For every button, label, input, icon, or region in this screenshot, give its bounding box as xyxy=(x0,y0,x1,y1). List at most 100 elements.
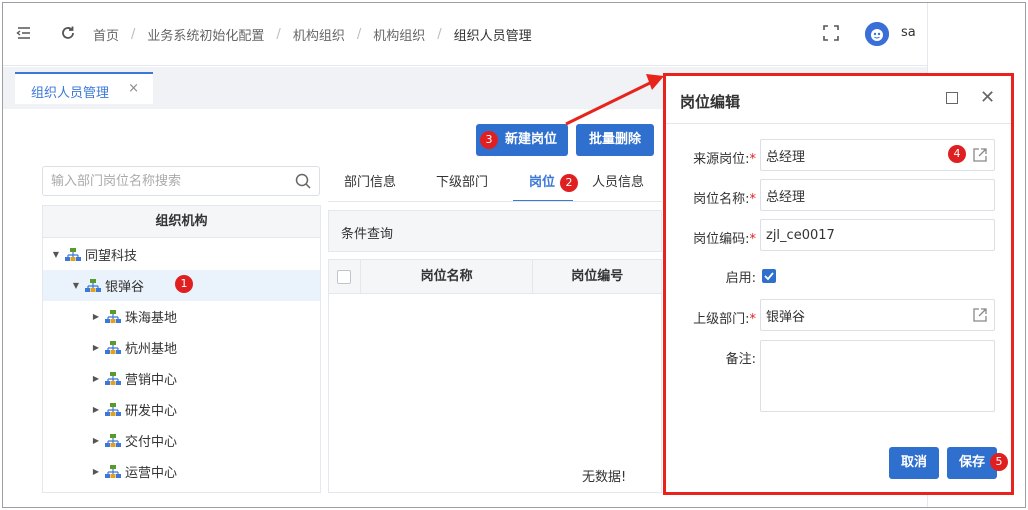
positions-grid: 岗位名称 岗位编号 xyxy=(328,259,662,493)
parent-dept-label: 上级部门:* xyxy=(666,308,756,327)
caret-down-icon[interactable]: ▼ xyxy=(51,250,61,259)
required-mark: * xyxy=(749,152,757,167)
remark-textarea[interactable] xyxy=(760,340,995,412)
enabled-checkbox[interactable] xyxy=(762,269,776,283)
tab-sub-depts[interactable]: 下级部门 xyxy=(436,166,488,202)
breadcrumb-item-org-2[interactable]: 机构组织 xyxy=(373,25,425,44)
dialog-title: 岗位编辑 xyxy=(680,93,741,111)
fullscreen-icon[interactable] xyxy=(823,25,839,41)
refresh-icon[interactable] xyxy=(59,25,77,43)
cancel-button[interactable]: 取消 xyxy=(889,447,939,479)
position-code-field xyxy=(760,219,995,251)
label-colon: : xyxy=(751,352,756,367)
select-all-checkbox[interactable] xyxy=(337,269,352,284)
dept-search-box xyxy=(42,166,320,196)
caret-right-icon[interactable]: ▶ xyxy=(91,405,101,414)
condition-query-label: 条件查询 xyxy=(341,227,394,242)
position-name-input[interactable] xyxy=(761,180,961,210)
step-badge-5: 5 xyxy=(990,453,1008,471)
position-code-label: 岗位编码:* xyxy=(666,228,756,247)
org-node-icon xyxy=(105,433,121,447)
label-text: 上级部门 xyxy=(693,312,746,327)
tree-node-operations[interactable]: ▶ 运营中心 xyxy=(43,456,320,487)
menu-fold-icon[interactable] xyxy=(15,25,33,43)
breadcrumb-item-init-config[interactable]: 业务系统初始化配置 xyxy=(147,25,264,44)
breadcrumb-item-current: 组织人员管理 xyxy=(453,29,532,44)
breadcrumb-separator: / xyxy=(276,27,281,42)
close-icon[interactable]: ✕ xyxy=(980,87,995,108)
tree-node-rnd[interactable]: ▶ 研发中心 xyxy=(43,394,320,425)
label-text: 岗位名称 xyxy=(693,192,746,207)
tree-node-tongwang[interactable]: ▼ 同望科技 xyxy=(43,239,320,270)
parent-dept-field xyxy=(760,299,995,331)
caret-right-icon[interactable]: ▶ xyxy=(91,374,101,383)
label-text: 来源岗位 xyxy=(693,152,746,167)
required-mark: * xyxy=(749,192,757,207)
tree-node-label: 交付中心 xyxy=(125,435,178,450)
org-node-icon xyxy=(105,309,121,323)
tab-label: 组织人员管理 xyxy=(31,86,110,101)
tree-node-label: 营销中心 xyxy=(125,373,178,388)
tabs-divider xyxy=(328,201,662,202)
caret-right-icon[interactable]: ▶ xyxy=(91,436,101,445)
avatar[interactable] xyxy=(865,22,889,46)
top-header: 首页 / 业务系统初始化配置 / 机构组织 / 机构组织 / 组织人员管理 sa xyxy=(3,3,927,66)
empty-text: 无数据! xyxy=(582,470,627,485)
breadcrumb-item-org[interactable]: 机构组织 xyxy=(293,25,345,44)
external-link-icon[interactable] xyxy=(972,147,988,163)
org-tree-header: 组织机构 xyxy=(43,206,320,238)
tree-node-label: 研发中心 xyxy=(125,404,178,419)
position-edit-dialog: 岗位编辑 ✕ 来源岗位:* 岗位名称:* 岗位编码:* 启用: 上级部门:* 备… xyxy=(663,73,1014,495)
org-node-icon xyxy=(85,278,101,292)
caret-right-icon[interactable]: ▶ xyxy=(91,467,101,476)
condition-query-panel[interactable]: 条件查询 xyxy=(328,210,662,252)
position-name-label: 岗位名称:* xyxy=(666,188,756,207)
tree-node-delivery[interactable]: ▶ 交付中心 xyxy=(43,425,320,456)
source-position-input[interactable] xyxy=(761,140,961,170)
org-tree: 组织机构 ▼ 同望科技 ▼ 银弹谷 ▶ 珠海基地 ▶ 杭州基地 ▶ 营销中心 ▶… xyxy=(42,205,321,493)
check-icon xyxy=(764,272,774,281)
tree-node-zhuhai[interactable]: ▶ 珠海基地 xyxy=(43,301,320,332)
position-code-input[interactable] xyxy=(761,220,961,250)
label-colon: : xyxy=(751,271,756,286)
org-node-icon xyxy=(105,340,121,354)
tree-node-label: 杭州基地 xyxy=(125,342,178,357)
caret-right-icon[interactable]: ▶ xyxy=(91,343,101,352)
breadcrumb-item-home[interactable]: 首页 xyxy=(93,25,119,44)
tab-personnel[interactable]: 人员信息 xyxy=(592,166,644,202)
step-badge-2: 2 xyxy=(560,174,578,192)
username[interactable]: sa xyxy=(901,25,916,40)
step-badge-4: 4 xyxy=(948,145,966,163)
org-node-icon xyxy=(65,247,81,261)
batch-delete-button[interactable]: 批量删除 xyxy=(576,124,654,156)
enabled-label: 启用: xyxy=(666,267,756,286)
search-icon[interactable] xyxy=(295,173,311,189)
tree-node-hangzhou[interactable]: ▶ 杭州基地 xyxy=(43,332,320,363)
dept-search-input[interactable] xyxy=(43,167,273,195)
close-icon[interactable]: × xyxy=(128,81,139,96)
step-badge-1: 1 xyxy=(175,275,193,293)
column-position-code[interactable]: 岗位编号 xyxy=(533,260,661,293)
maximize-icon[interactable] xyxy=(946,92,958,104)
external-link-icon[interactable] xyxy=(972,307,988,323)
caret-right-icon[interactable]: ▶ xyxy=(91,312,101,321)
breadcrumb: 首页 / 业务系统初始化配置 / 机构组织 / 机构组织 / 组织人员管理 xyxy=(93,25,532,44)
column-position-name[interactable]: 岗位名称 xyxy=(361,260,534,293)
label-text: 岗位编码 xyxy=(693,232,746,247)
label-text: 启用 xyxy=(725,271,752,286)
step-badge-3: 3 xyxy=(480,131,498,149)
label-text: 备注 xyxy=(725,352,752,367)
caret-down-icon[interactable]: ▼ xyxy=(71,281,81,290)
source-position-label: 来源岗位:* xyxy=(666,148,756,167)
tab-org-personnel[interactable]: 组织人员管理 × xyxy=(15,72,153,104)
tree-node-label: 同望科技 xyxy=(85,249,138,264)
tab-dept-info[interactable]: 部门信息 xyxy=(344,166,396,202)
org-node-icon xyxy=(105,371,121,385)
select-all-cell xyxy=(329,260,361,293)
required-mark: * xyxy=(749,312,757,327)
remark-label: 备注: xyxy=(666,348,756,367)
parent-dept-input[interactable] xyxy=(761,300,961,330)
required-mark: * xyxy=(749,232,757,247)
tree-node-marketing[interactable]: ▶ 营销中心 xyxy=(43,363,320,394)
breadcrumb-separator: / xyxy=(437,27,442,42)
